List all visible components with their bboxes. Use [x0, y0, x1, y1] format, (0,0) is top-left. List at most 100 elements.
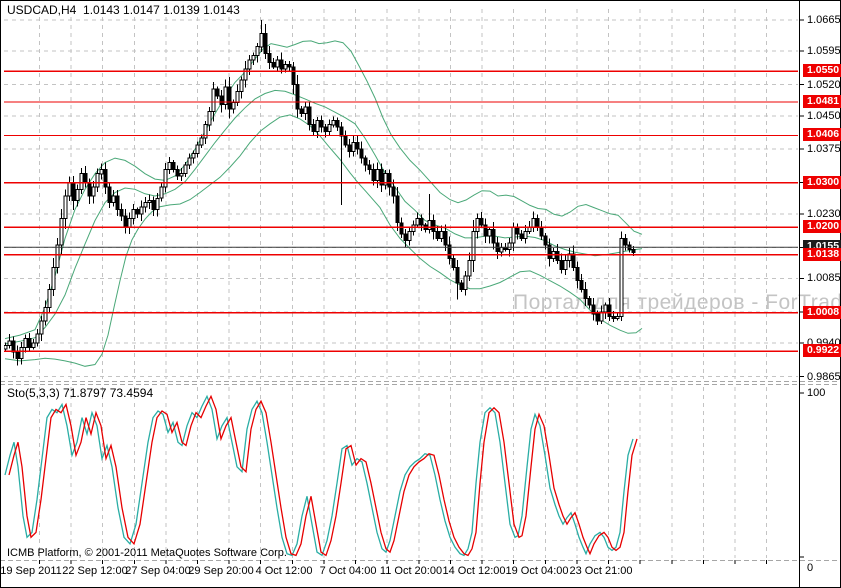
price-tick-label: 1.0595 — [807, 45, 841, 57]
stochastic-series — [4, 394, 638, 557]
candle — [275, 59, 280, 68]
candle — [319, 119, 324, 128]
candle — [415, 217, 420, 226]
candle — [523, 231, 528, 239]
candle — [219, 95, 224, 106]
candle — [23, 338, 28, 349]
candle — [419, 217, 424, 226]
candle — [207, 110, 212, 126]
candle — [399, 222, 404, 235]
candle — [95, 173, 100, 188]
candle — [267, 52, 272, 63]
candle — [487, 228, 492, 237]
candle — [111, 195, 116, 204]
candle — [587, 298, 592, 306]
candle — [75, 188, 80, 201]
candle — [451, 257, 456, 268]
candle — [403, 233, 408, 242]
candle — [271, 61, 276, 68]
candle — [4, 344, 8, 350]
candle — [367, 164, 372, 170]
candle — [559, 260, 564, 271]
candle — [623, 237, 628, 246]
candle — [375, 168, 380, 181]
candle — [227, 86, 232, 110]
candle — [287, 64, 292, 68]
price-tick-label: 1.0520 — [807, 79, 841, 91]
candle — [55, 244, 60, 268]
date-label: 23 Oct 21:00 — [569, 565, 633, 577]
candle — [307, 106, 312, 126]
red-level-label: 1.0550 — [803, 64, 841, 77]
candle — [119, 208, 124, 217]
candle — [235, 90, 240, 103]
candle — [511, 226, 516, 244]
price-tick-label: 0.9865 — [807, 371, 841, 383]
candle — [59, 217, 64, 246]
stochastic-signal-line — [8, 394, 638, 557]
candle — [39, 320, 44, 335]
candle — [363, 157, 368, 166]
candle — [359, 148, 364, 159]
candle — [103, 168, 108, 188]
candle — [279, 59, 284, 70]
candle — [579, 280, 584, 291]
red-level-label: 1.0481 — [803, 95, 841, 108]
candle — [475, 217, 480, 233]
candle — [631, 249, 636, 254]
candle — [347, 144, 352, 153]
time-axis[interactable]: 19 Sep 2011 22 Sep 12:00 27 Sep 04:00 29 Se… — [0, 561, 800, 588]
candle — [303, 106, 308, 115]
candle — [27, 338, 32, 349]
candle — [507, 242, 512, 251]
candle — [51, 266, 56, 291]
price-axis[interactable]: 1.0665 1.0595 1.0520 1.0450 1.0375 1.0300 1.02… — [800, 0, 841, 588]
candle — [499, 246, 504, 253]
panel-borders — [0, 0, 841, 588]
candle — [99, 168, 104, 175]
candle — [47, 289, 52, 308]
candle — [339, 126, 344, 137]
candle — [291, 66, 296, 86]
indicator-label: Sto(5,3,3) 71.8797 73.4594 — [7, 386, 154, 400]
candle — [91, 186, 96, 197]
red-level-label: 1.0138 — [803, 248, 841, 261]
candle — [187, 157, 192, 166]
sto-axis-max-label: 100 — [807, 387, 826, 399]
chart-canvas[interactable] — [0, 0, 841, 588]
candle — [327, 124, 332, 132]
candle — [83, 173, 88, 184]
candle — [195, 144, 200, 155]
candle — [239, 79, 244, 92]
red-level-label: 1.0008 — [803, 306, 841, 319]
sto-axis-min-label: 0 — [807, 562, 814, 574]
candle — [295, 84, 300, 110]
grid-horizontal — [4, 19, 798, 377]
candle — [351, 142, 356, 152]
candle — [19, 347, 24, 360]
candle — [127, 217, 132, 228]
price-tick-label: 1.0665 — [807, 14, 841, 26]
candle — [479, 217, 484, 226]
candle — [455, 266, 460, 284]
candle — [335, 119, 340, 128]
candle — [63, 195, 68, 219]
candle — [67, 182, 72, 197]
candle — [463, 275, 468, 291]
candle — [607, 304, 612, 317]
candle — [543, 235, 548, 246]
candle — [147, 200, 152, 204]
bollinger-upper — [4, 40, 643, 340]
candle — [443, 231, 448, 246]
candle — [571, 253, 576, 268]
candle — [171, 162, 176, 170]
candle — [575, 266, 580, 282]
candle — [123, 215, 128, 228]
candle — [215, 88, 220, 97]
candle — [515, 226, 520, 235]
candle — [535, 217, 540, 228]
candle — [527, 226, 532, 233]
candle — [87, 182, 92, 197]
candle — [619, 237, 624, 317]
candle — [411, 224, 416, 233]
